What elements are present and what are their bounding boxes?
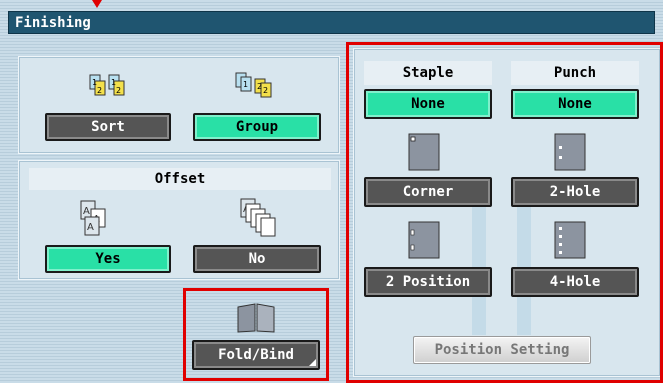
offset-no-button[interactable]: No bbox=[193, 245, 321, 273]
offset-header: Offset bbox=[29, 168, 331, 190]
offset-no-icon: A bbox=[240, 198, 276, 237]
group-button[interactable]: Group bbox=[193, 113, 321, 141]
svg-text:1: 1 bbox=[243, 80, 248, 89]
window-title: Finishing bbox=[8, 11, 655, 34]
offset-yes-icon: A A A bbox=[80, 200, 106, 236]
svg-text:A: A bbox=[87, 222, 94, 233]
pointer-arrow-icon bbox=[92, 0, 102, 8]
sort-icon: 1 2 1 2 bbox=[89, 74, 125, 96]
svg-text:2: 2 bbox=[263, 86, 268, 95]
staple-punch-highlight bbox=[346, 42, 663, 383]
svg-text:A: A bbox=[83, 206, 90, 217]
group-icon: 1 2 2 bbox=[235, 72, 272, 98]
svg-text:2: 2 bbox=[257, 82, 262, 91]
sort-button[interactable]: Sort bbox=[45, 113, 171, 141]
svg-text:2: 2 bbox=[116, 86, 121, 95]
offset-yes-button[interactable]: Yes bbox=[45, 245, 171, 273]
offset-section: Offset A A A A Yes No bbox=[18, 160, 340, 280]
sort-group-section: 1 2 1 2 1 2 2 Sort Group bbox=[18, 56, 340, 154]
fold-bind-highlight bbox=[183, 288, 329, 381]
finishing-panel: Finishing 1 2 1 2 1 2 2 Sort Group Offse… bbox=[0, 0, 663, 383]
svg-text:2: 2 bbox=[97, 86, 102, 95]
